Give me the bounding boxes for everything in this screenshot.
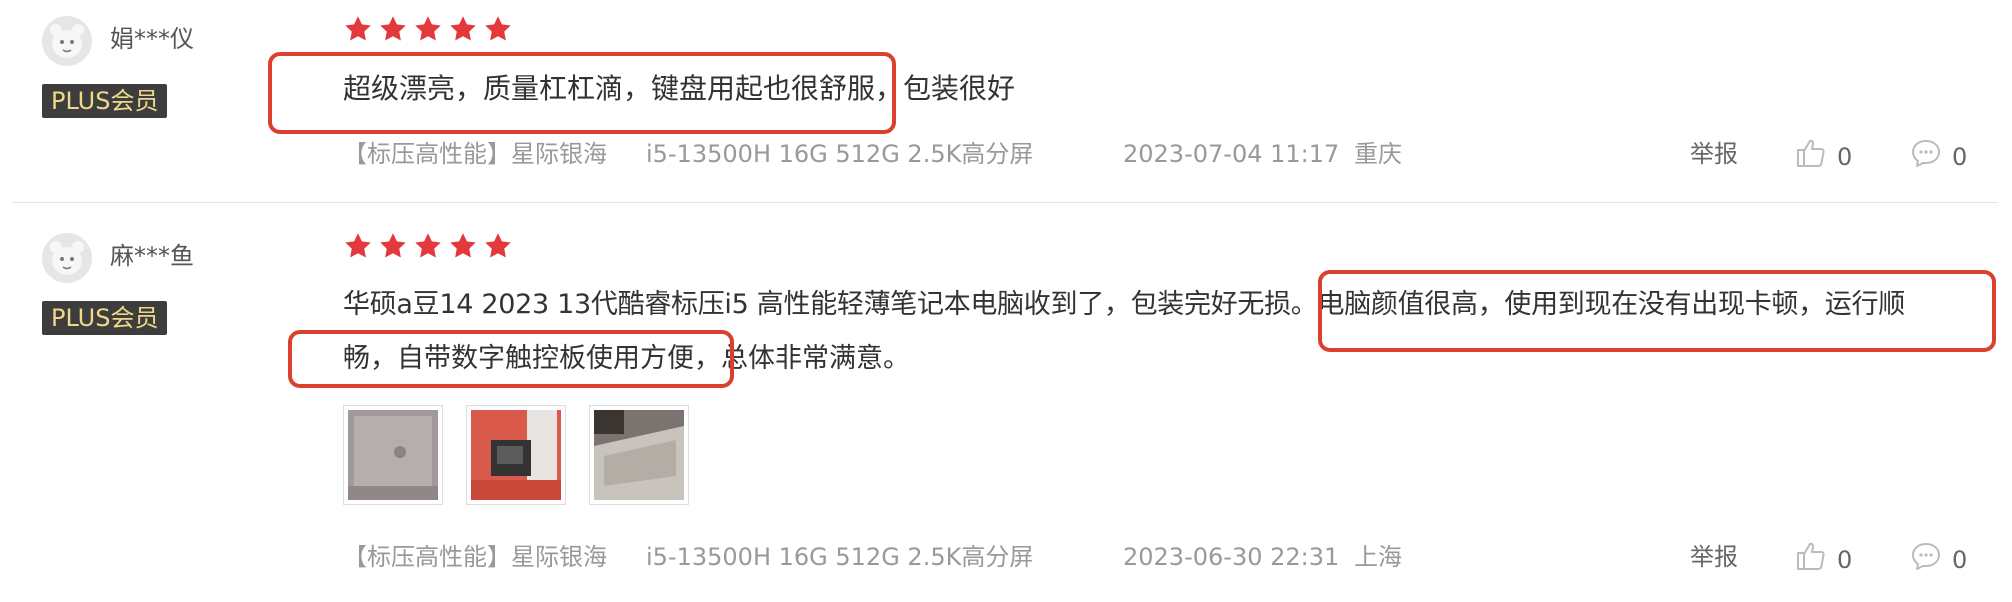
star-icon xyxy=(448,231,478,263)
like-count: 0 xyxy=(1837,142,1853,171)
review-location: 重庆 xyxy=(1354,140,1402,168)
highlight-box xyxy=(1318,270,1996,352)
thumbs-up-icon xyxy=(1795,137,1827,176)
avatar[interactable] xyxy=(42,233,92,283)
variant-spec: i5-13500H 16G 512G 2.5K高分屏 xyxy=(646,140,1034,168)
review-image-thumbnail[interactable] xyxy=(466,405,566,505)
review-datetime: 2023-07-04 11:17 xyxy=(1123,140,1340,168)
star-icon xyxy=(378,231,408,263)
like-count: 0 xyxy=(1837,545,1853,574)
report-button[interactable]: 举报 xyxy=(1690,139,1738,169)
report-button[interactable]: 举报 xyxy=(1690,542,1738,572)
username: 娟***仪 xyxy=(110,25,194,53)
variant-spec: i5-13500H 16G 512G 2.5K高分屏 xyxy=(646,543,1034,571)
comment-count: 0 xyxy=(1952,545,1968,574)
star-icon xyxy=(413,14,443,46)
highlight-box xyxy=(268,52,896,134)
review-image-thumbnail[interactable] xyxy=(343,405,443,505)
like-button[interactable]: 0 xyxy=(1795,540,1852,579)
like-button[interactable]: 0 xyxy=(1795,137,1852,176)
star-rating xyxy=(343,231,513,263)
review-item: 麻***鱼 PLUS会员 华硕a豆14 2023 13代酷睿标压i5 高性能轻薄… xyxy=(0,203,2012,602)
highlight-box xyxy=(288,330,734,388)
review-datetime: 2023-06-30 22:31 xyxy=(1123,543,1340,571)
comment-button[interactable]: 0 xyxy=(1910,137,1967,176)
star-icon xyxy=(413,231,443,263)
variant-type: 【标压高性能】星际银海 xyxy=(343,140,607,168)
plus-member-badge: PLUS会员 xyxy=(42,84,168,118)
star-icon xyxy=(343,14,373,46)
comment-button[interactable]: 0 xyxy=(1910,540,1967,579)
review-item: 娟***仪 PLUS会员 超级漂亮，质量杠杠滴，键盘用起也很舒服，包装很好 【标… xyxy=(0,0,2012,202)
review-image-thumbnail[interactable] xyxy=(589,405,689,505)
avatar[interactable] xyxy=(42,16,92,66)
username: 麻***鱼 xyxy=(110,242,194,270)
comment-bubble-icon xyxy=(1910,540,1942,579)
comment-count: 0 xyxy=(1952,142,1968,171)
review-location: 上海 xyxy=(1354,543,1402,571)
plus-member-badge: PLUS会员 xyxy=(42,301,168,335)
star-icon xyxy=(378,14,408,46)
star-icon xyxy=(483,231,513,263)
star-icon xyxy=(483,14,513,46)
star-icon xyxy=(448,14,478,46)
comment-bubble-icon xyxy=(1910,137,1942,176)
star-rating xyxy=(343,14,513,46)
variant-type: 【标压高性能】星际银海 xyxy=(343,543,607,571)
star-icon xyxy=(343,231,373,263)
thumbs-up-icon xyxy=(1795,540,1827,579)
